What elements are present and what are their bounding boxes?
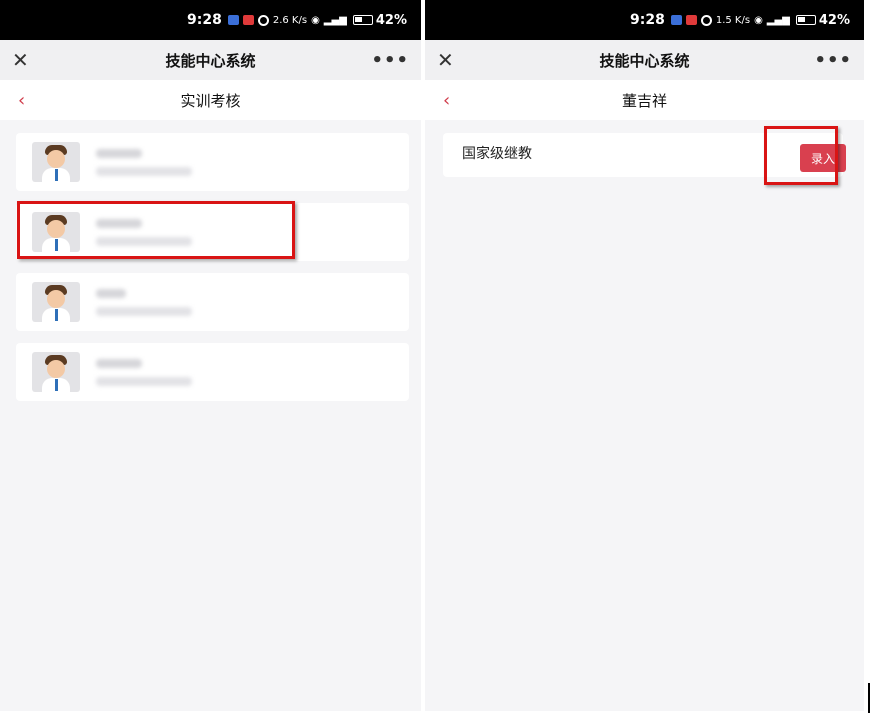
close-icon[interactable]: ✕ <box>437 48 461 72</box>
wifi-icon: ◉ <box>311 14 320 26</box>
doctor-avatar-icon <box>32 282 80 322</box>
signal-icon: ▂▄▆ <box>323 14 347 26</box>
battery-icon <box>352 15 373 25</box>
app-bar: ✕ 技能中心系统 ••• <box>0 40 421 80</box>
left-screen: 9:28 2.6 K/s ◉ ▂▄▆ 42% ✕ 技能中心系统 ••• ‹ 实训… <box>0 0 421 711</box>
net-speed: 1.5 K/s <box>715 14 751 26</box>
page-title: 实训考核 <box>180 91 241 110</box>
status-icons: 2.6 K/s ◉ ▂▄▆ <box>227 14 347 26</box>
status-time: 9:28 <box>187 12 222 28</box>
status-bar: 9:28 1.5 K/s ◉ ▂▄▆ 42% <box>425 0 864 40</box>
right-screen: 9:28 1.5 K/s ◉ ▂▄▆ 42% ✕ 技能中心系统 ••• ‹ 董吉… <box>425 0 864 711</box>
record-icon <box>257 14 269 26</box>
battery-level: 42% <box>375 12 407 28</box>
trainee-card[interactable] <box>16 273 409 331</box>
trainee-card[interactable] <box>16 133 409 191</box>
app-notification-icon <box>242 15 254 25</box>
app-notification-icon <box>685 15 697 25</box>
record-icon <box>700 14 712 26</box>
app-title: 技能中心系统 <box>165 51 256 70</box>
app-notification-icon <box>670 15 682 25</box>
blurred-trainee-info <box>96 218 192 246</box>
battery-icon <box>795 15 816 25</box>
doctor-avatar-icon <box>32 352 80 392</box>
more-icon[interactable]: ••• <box>371 50 409 71</box>
trainee-card[interactable] <box>16 343 409 401</box>
trainee-card[interactable] <box>16 203 409 261</box>
page-title: 董吉祥 <box>621 91 667 110</box>
app-title: 技能中心系统 <box>599 51 690 70</box>
status-icons: 1.5 K/s ◉ ▂▄▆ <box>670 14 790 26</box>
app-bar: ✕ 技能中心系统 ••• <box>425 40 864 80</box>
status-time: 9:28 <box>630 12 665 28</box>
net-speed: 2.6 K/s <box>272 14 308 26</box>
close-icon[interactable]: ✕ <box>12 48 36 72</box>
back-icon[interactable]: ‹ <box>18 90 38 111</box>
course-item-card: 国家级继教 录入 <box>443 133 846 177</box>
doctor-avatar-icon <box>32 142 80 182</box>
battery-level: 42% <box>818 12 850 28</box>
wifi-icon: ◉ <box>754 14 763 26</box>
enter-button[interactable]: 录入 <box>800 144 846 172</box>
back-icon[interactable]: ‹ <box>443 90 463 111</box>
blurred-trainee-info <box>96 358 192 386</box>
doctor-avatar-icon <box>32 212 80 252</box>
more-icon[interactable]: ••• <box>814 50 852 71</box>
course-item-title: 国家级继教 <box>462 146 532 162</box>
app-notification-icon <box>227 15 239 25</box>
nav-bar: ‹ 实训考核 <box>0 80 421 120</box>
blurred-trainee-info <box>96 148 192 176</box>
signal-icon: ▂▄▆ <box>766 14 790 26</box>
nav-bar: ‹ 董吉祥 <box>425 80 864 120</box>
blurred-trainee-info <box>96 288 192 316</box>
status-bar: 9:28 2.6 K/s ◉ ▂▄▆ 42% <box>0 0 421 40</box>
